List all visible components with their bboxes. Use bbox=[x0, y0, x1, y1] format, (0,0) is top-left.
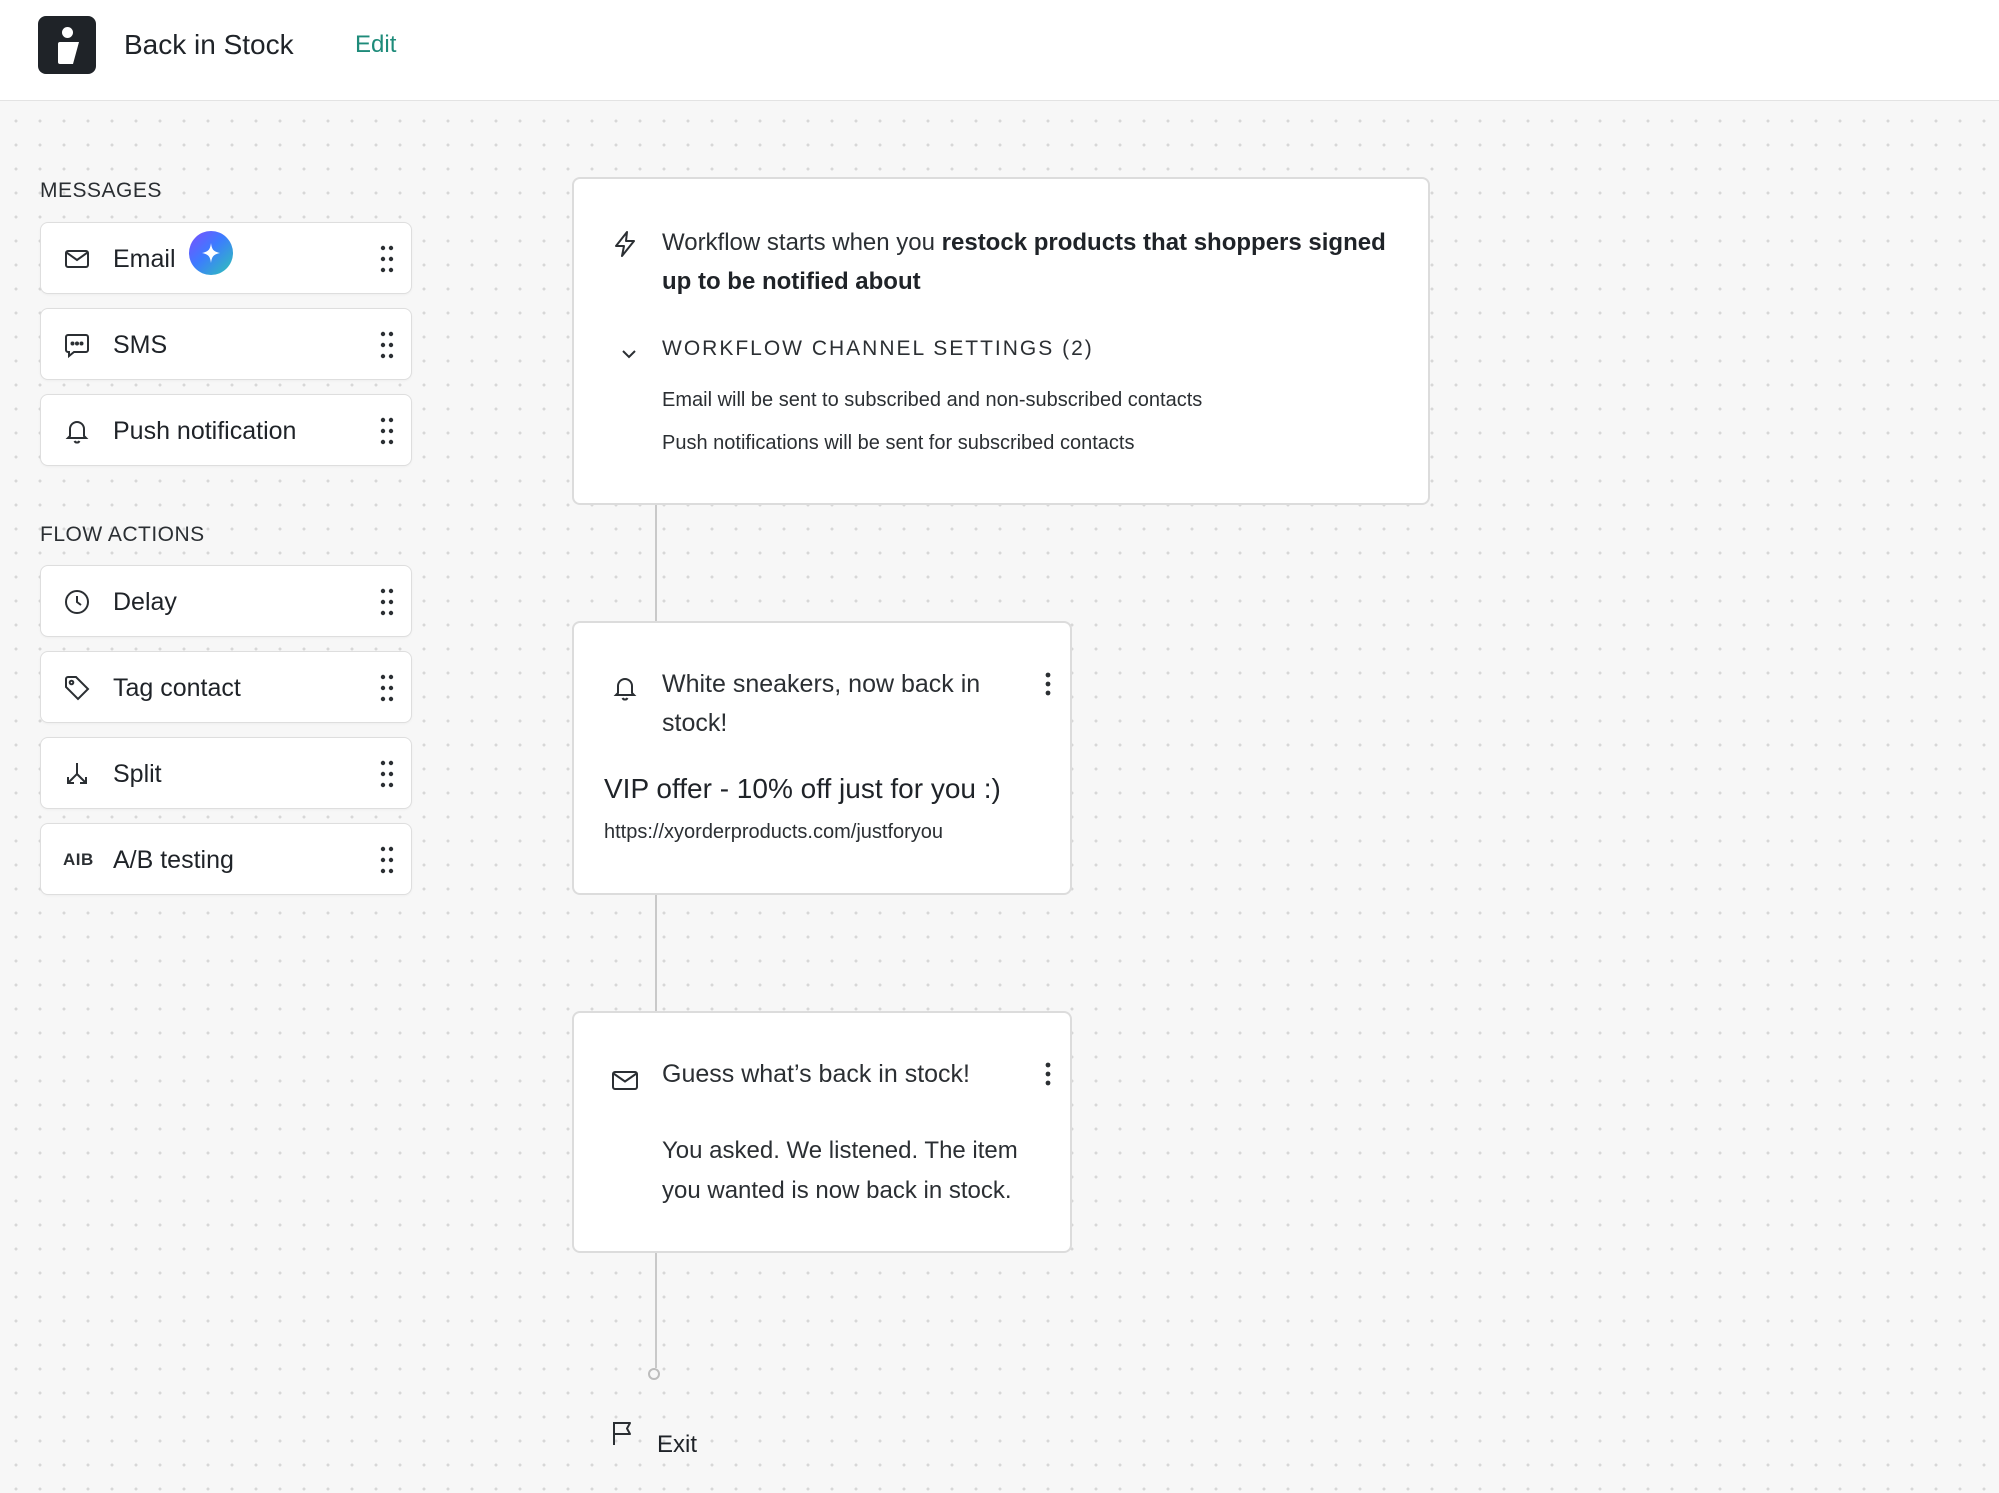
flow-connector bbox=[655, 895, 657, 1011]
bell-icon bbox=[63, 417, 91, 445]
ab-icon: AIB bbox=[63, 850, 94, 869]
channel-settings-toggle[interactable]: WORKFLOW CHANNEL SETTINGS (2) bbox=[662, 337, 1094, 361]
email-step-preview: You asked. We listened. The item you wan… bbox=[662, 1137, 1018, 1204]
more-options-icon[interactable] bbox=[1042, 669, 1054, 699]
flow-connector bbox=[655, 505, 657, 621]
push-body-title: VIP offer - 10% off just for you :) bbox=[604, 773, 1001, 804]
flow-end-point bbox=[648, 1368, 660, 1380]
exit-label: Exit bbox=[657, 1431, 698, 1458]
palette-item-label: Delay bbox=[113, 588, 177, 616]
mail-icon bbox=[63, 245, 91, 273]
drag-handle-icon[interactable] bbox=[379, 586, 395, 618]
tag-icon bbox=[63, 674, 91, 702]
ai-sparkle-icon bbox=[189, 231, 233, 275]
trigger-node[interactable]: Workflow starts when you restock product… bbox=[572, 177, 1430, 505]
chat-bubble-icon bbox=[63, 331, 91, 359]
edit-title-link[interactable]: Edit bbox=[355, 29, 396, 61]
palette-item-label: A/B testing bbox=[113, 846, 234, 874]
palette-item-label: Email bbox=[113, 245, 176, 273]
palette-item-label: Tag contact bbox=[113, 674, 241, 702]
lightning-icon bbox=[610, 229, 640, 259]
workflow-title: Back in Stock bbox=[124, 29, 294, 60]
trigger-text-prefix: Workflow starts when you bbox=[662, 229, 942, 256]
palette-item-label: Split bbox=[113, 760, 162, 788]
channel-setting-push: Push notifications will be sent for subs… bbox=[662, 432, 1135, 454]
mail-icon bbox=[610, 1065, 640, 1095]
drag-handle-icon[interactable] bbox=[379, 672, 395, 704]
more-options-icon[interactable] bbox=[1042, 1059, 1054, 1089]
push-notification-step[interactable]: White sneakers, now back in stock! VIP o… bbox=[572, 621, 1072, 895]
drag-handle-icon[interactable] bbox=[379, 415, 395, 447]
channel-setting-email: Email will be sent to subscribed and non… bbox=[662, 389, 1203, 411]
bell-icon bbox=[610, 673, 640, 703]
info-i-icon[interactable] bbox=[38, 16, 96, 74]
clock-icon bbox=[63, 588, 91, 616]
palette-item-delay[interactable]: Delay bbox=[40, 565, 412, 637]
flow-connector bbox=[655, 1253, 657, 1368]
palette-item-tag-contact[interactable]: Tag contact bbox=[40, 651, 412, 723]
palette-item-ab-testing[interactable]: AIB A/B testing bbox=[40, 823, 412, 895]
messages-heading: MESSAGES bbox=[40, 179, 162, 202]
split-icon bbox=[63, 760, 91, 788]
push-body-url: https://xyorderproducts.com/justforyou bbox=[604, 821, 944, 843]
palette-item-email[interactable]: Email bbox=[40, 222, 412, 294]
drag-handle-icon[interactable] bbox=[379, 329, 395, 361]
trigger-description: Workflow starts when you restock product… bbox=[662, 223, 1402, 301]
flag-icon bbox=[608, 1418, 638, 1448]
push-step-title: White sneakers, now back in stock! bbox=[662, 670, 981, 737]
drag-handle-icon[interactable] bbox=[379, 758, 395, 790]
chevron-down-icon[interactable] bbox=[618, 343, 640, 365]
palette-item-sms[interactable]: SMS bbox=[40, 308, 412, 380]
palette-item-push-notification[interactable]: Push notification bbox=[40, 394, 412, 466]
email-step-title: Guess what’s back in stock! bbox=[662, 1060, 971, 1088]
palette-item-label: SMS bbox=[113, 331, 168, 359]
flow-actions-heading: FLOW ACTIONS bbox=[40, 523, 205, 546]
palette-item-label: Push notification bbox=[113, 417, 297, 445]
top-header: Back in Stock Edit bbox=[0, 0, 1999, 101]
palette-item-split[interactable]: Split bbox=[40, 737, 412, 809]
drag-handle-icon[interactable] bbox=[379, 243, 395, 275]
drag-handle-icon[interactable] bbox=[379, 844, 395, 876]
email-step[interactable]: Guess what’s back in stock! You asked. W… bbox=[572, 1011, 1072, 1253]
